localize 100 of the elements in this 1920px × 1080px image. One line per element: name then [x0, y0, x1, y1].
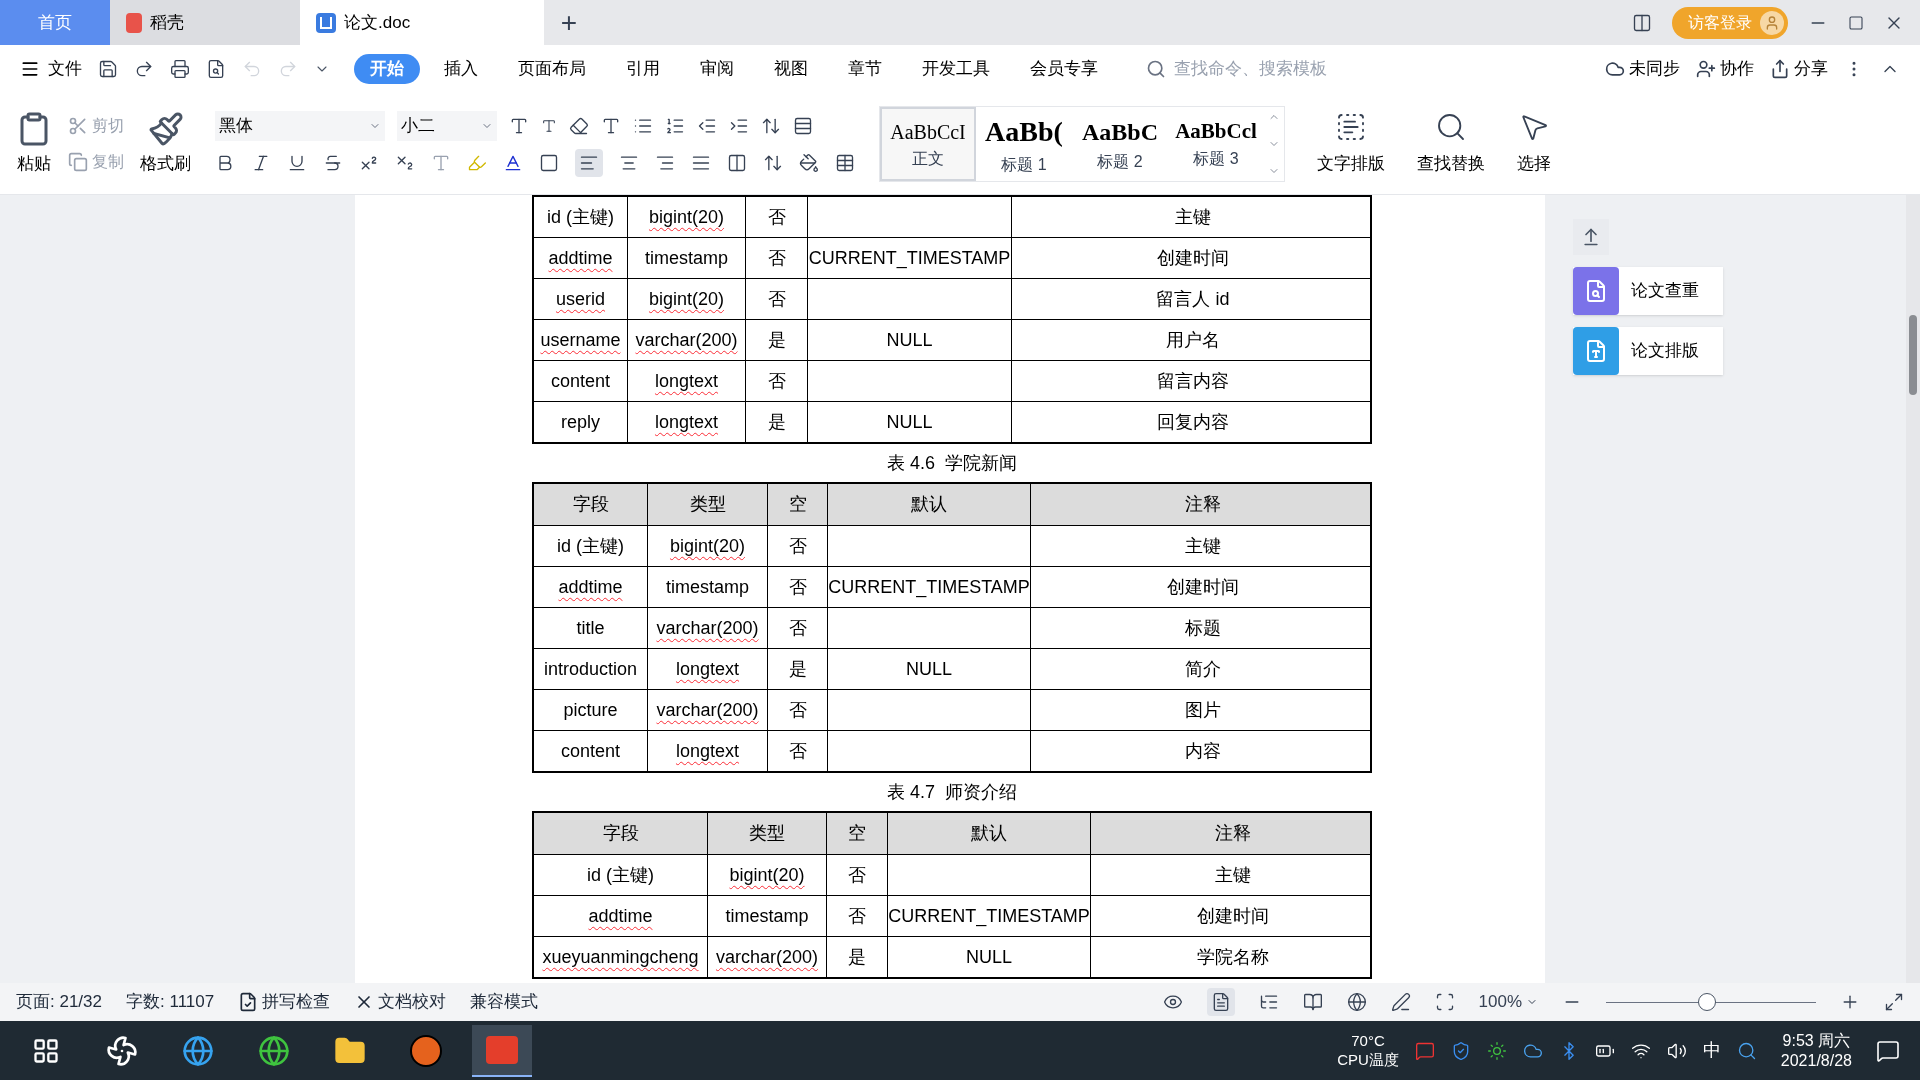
- table-cell: picture: [534, 690, 648, 730]
- table-cell-text: 留言内容: [1156, 369, 1230, 393]
- table-header-cell: 字段: [534, 813, 708, 854]
- zoom-slider[interactable]: [1606, 993, 1816, 1011]
- share-icon: [1770, 59, 1790, 79]
- ribbon-tab[interactable]: 会员专享: [1014, 54, 1114, 84]
- ribbon-tool-button[interactable]: 选择: [1517, 110, 1551, 177]
- table-cell-text: 内容: [1183, 739, 1222, 763]
- table-cell: introduction: [534, 649, 648, 689]
- table-cell: content: [534, 731, 648, 771]
- document-format-icon: [1573, 327, 1619, 375]
- table-header-cell: 空: [827, 813, 888, 854]
- compat-mode-button[interactable]: 兼容模式: [470, 989, 539, 1015]
- table-cell: addtime: [534, 238, 628, 278]
- character-border-icon[interactable]: [539, 152, 559, 173]
- table-cell: id (主键): [534, 197, 628, 237]
- clock-date: 2021/8/28: [1780, 1050, 1852, 1071]
- table-header-cell: 默认: [888, 813, 1091, 854]
- proofread-button[interactable]: 文档校对: [354, 989, 447, 1015]
- print-preview-icon[interactable]: [206, 59, 226, 79]
- ribbon-tab[interactable]: 插入: [428, 54, 494, 84]
- table-cell: CURRENT_TIMESTAMP: [888, 896, 1091, 936]
- pen-icon[interactable]: [1390, 992, 1411, 1012]
- ribbon-tool-button[interactable]: 查找替换: [1417, 110, 1485, 177]
- table-cell-text: 创建时间: [1156, 246, 1230, 270]
- cloud-icon: [1605, 59, 1625, 79]
- font-size-select[interactable]: 小二: [397, 110, 497, 141]
- notification-icon[interactable]: [1876, 1038, 1900, 1063]
- input-method-indicator[interactable]: 中: [1702, 1037, 1721, 1064]
- style-preset[interactable]: AaBbC 标题 2: [1072, 106, 1168, 181]
- style-preset[interactable]: AaBbCcl 标题 3: [1168, 106, 1264, 181]
- ribbon-tool-button[interactable]: 文字排版: [1317, 110, 1385, 177]
- table-cell: id (主键): [534, 855, 708, 895]
- start-icon: [32, 1036, 60, 1065]
- table-cell: bigint(20): [628, 279, 746, 319]
- ribbon-tab[interactable]: 审阅: [684, 54, 750, 84]
- table-cell: addtime: [534, 896, 708, 936]
- table-cell-text: 创建时间: [1195, 904, 1270, 928]
- table-cell: 是: [768, 649, 828, 689]
- table-cell: varchar(200): [708, 937, 827, 977]
- table-cell-text: 简介: [1183, 657, 1222, 681]
- account-action[interactable]: 协作: [1696, 56, 1754, 82]
- spell-check-button[interactable]: 拼写检查: [238, 989, 331, 1015]
- fit-page-icon[interactable]: [1434, 992, 1455, 1012]
- ribbon-tab[interactable]: 开发工具: [906, 54, 1006, 84]
- table-cell: xueyuanmingcheng: [534, 937, 708, 977]
- table-header-cell: 空: [768, 484, 828, 525]
- web-view-icon[interactable]: [1346, 992, 1367, 1012]
- account-action[interactable]: 分享: [1770, 56, 1828, 82]
- table-cell-text: 图片: [1183, 698, 1222, 722]
- eject-icon: [1581, 227, 1601, 247]
- app-logo-icon: [126, 12, 142, 33]
- zoom-slider-thumb[interactable]: [1697, 993, 1716, 1011]
- file-menu[interactable]: 文件: [20, 56, 82, 82]
- shading-icon[interactable]: [799, 152, 819, 173]
- account-action[interactable]: 未同步: [1605, 56, 1680, 82]
- style-preset[interactable]: AaBb( 标题 1: [976, 106, 1072, 181]
- side-panel-button[interactable]: 论文排版: [1573, 327, 1723, 375]
- style-preset[interactable]: AaBbCcI 正文: [880, 106, 976, 181]
- restore-icon[interactable]: [1848, 14, 1864, 31]
- page-count: 页面: 21/32: [16, 991, 102, 1014]
- save-icon[interactable]: [98, 59, 118, 79]
- ribbon-tab[interactable]: 页面布局: [502, 54, 602, 84]
- table-cell: addtime: [534, 567, 648, 607]
- ribbon-tab[interactable]: 引用: [610, 54, 676, 84]
- table-cell: longtext: [628, 361, 746, 401]
- ribbon-tab[interactable]: 视图: [758, 54, 824, 84]
- zoom-select[interactable]: 100%: [1478, 989, 1538, 1015]
- table-cell-text: 主键: [1183, 534, 1222, 558]
- format-painter-button[interactable]: 格式刷: [140, 110, 191, 177]
- document-tab[interactable]: 稻壳: [110, 0, 300, 45]
- layout-icon[interactable]: [1632, 12, 1652, 33]
- table-cell: title: [534, 608, 648, 648]
- table-cell: NULL: [808, 320, 1012, 360]
- document-icon: [316, 12, 336, 33]
- new-tab-button[interactable]: +: [544, 0, 594, 45]
- ribbon-tab[interactable]: 章节: [832, 54, 898, 84]
- document-tab[interactable]: 论文.doc: [300, 0, 544, 45]
- chat-icon[interactable]: [1414, 1040, 1435, 1061]
- font-family-select[interactable]: 黑体: [215, 110, 385, 141]
- borders-icon[interactable]: [835, 152, 855, 173]
- menu-icon: [20, 59, 40, 79]
- search-icon[interactable]: [1736, 1040, 1757, 1061]
- paste-button[interactable]: 粘贴: [16, 110, 52, 177]
- search-icon: [1146, 59, 1166, 79]
- table-cell: varchar(200): [648, 608, 768, 648]
- temperature-reading: 70°C: [1351, 1031, 1385, 1051]
- table-cell: id (主键): [534, 526, 648, 566]
- table-cell: 否: [746, 238, 808, 278]
- side-panel-button[interactable]: 论文查重: [1573, 267, 1723, 315]
- table-cell-text: 留言人 id: [1155, 287, 1231, 311]
- collapse-panel-button[interactable]: [1573, 219, 1609, 255]
- print-icon[interactable]: [170, 59, 190, 79]
- eraser-icon[interactable]: [569, 115, 589, 136]
- scrollbar-thumb[interactable]: [1909, 315, 1917, 395]
- table-cell: bigint(20): [648, 526, 768, 566]
- fullscreen-icon[interactable]: [1884, 992, 1904, 1012]
- table-cell: 否: [746, 361, 808, 401]
- table-cell: reply: [534, 402, 628, 442]
- reading-view-icon[interactable]: [1302, 992, 1323, 1012]
